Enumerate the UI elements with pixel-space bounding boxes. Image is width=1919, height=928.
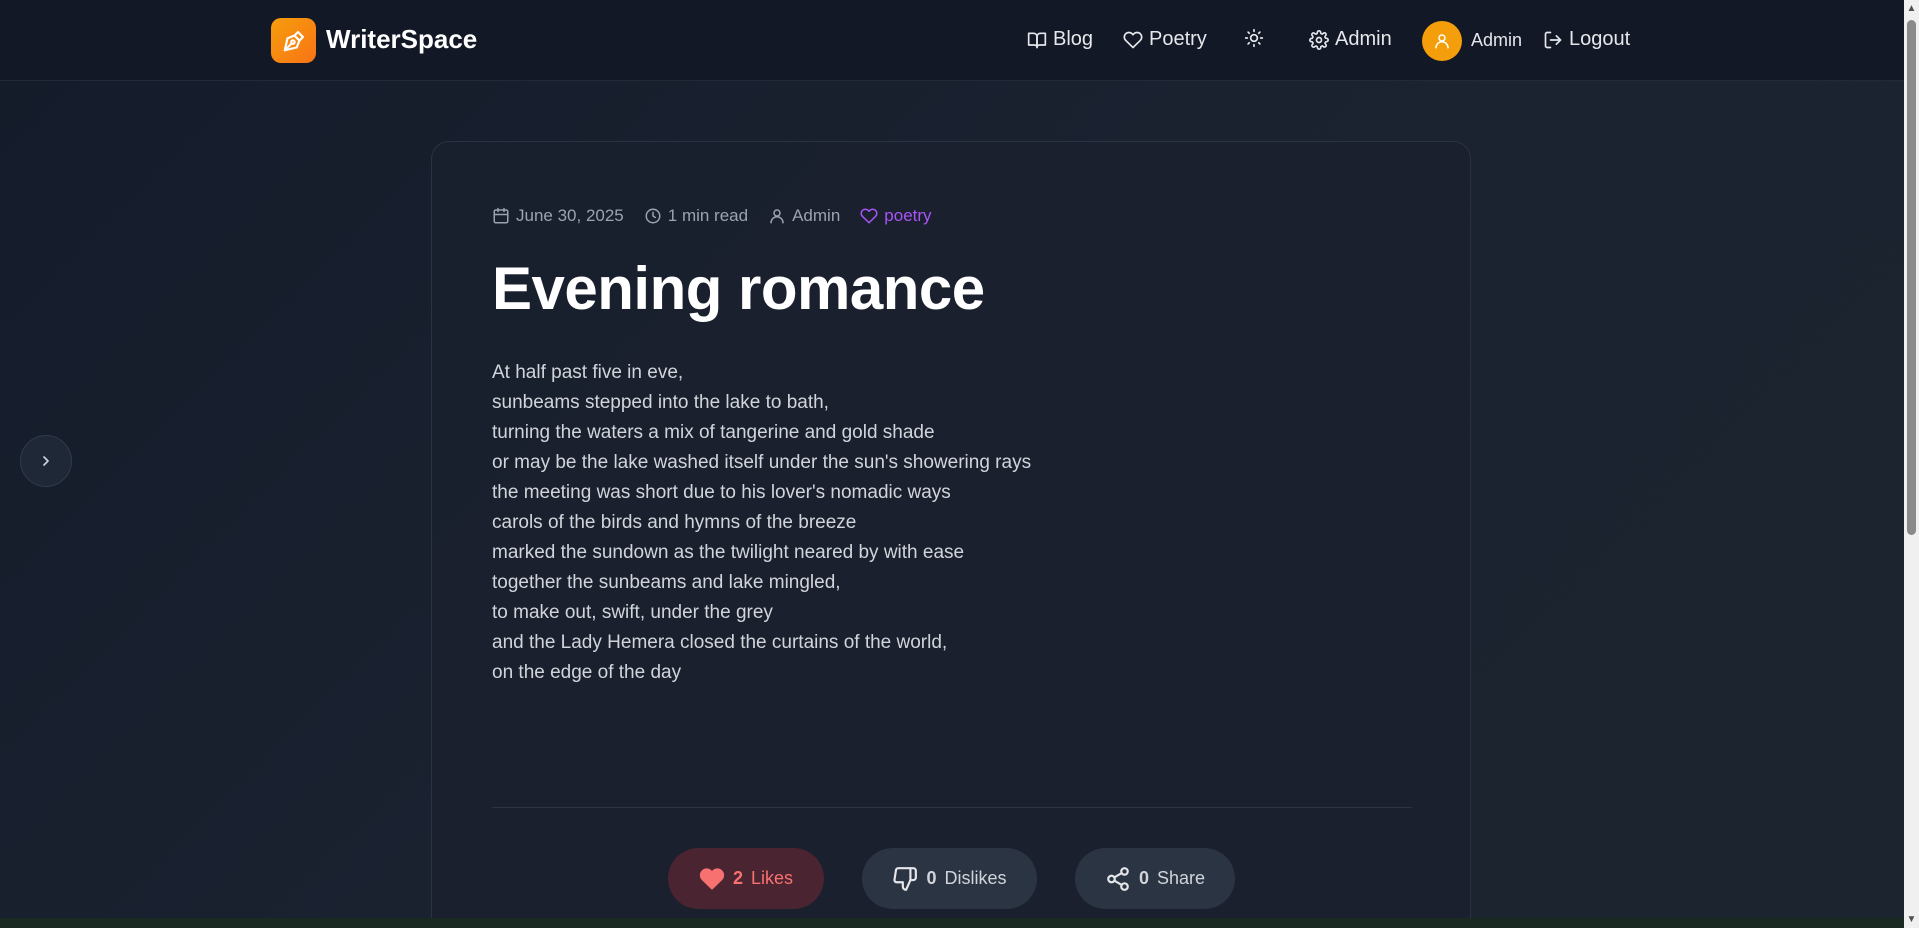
scroll-down-arrow-icon[interactable]: ▼	[1906, 914, 1917, 925]
logout-label: Logout	[1569, 28, 1631, 50]
likes-label: Likes	[750, 868, 794, 888]
post-date: June 30, 2025	[492, 206, 624, 226]
poem-line: the meeting was short due to his lover's…	[492, 482, 951, 503]
scrollbar-thumb[interactable]	[1907, 20, 1916, 535]
post-author-text: Admin	[792, 206, 841, 225]
book-open-icon	[1027, 32, 1047, 48]
poem-line: together the sunbeams and lake mingled,	[492, 572, 841, 593]
calendar-icon	[493, 207, 509, 224]
post-card: June 30, 2025 1 min read Admin poetry Ev…	[431, 141, 1471, 928]
dislikes-count: 0	[926, 868, 937, 888]
nav-blog-link[interactable]: Blog	[1027, 28, 1093, 51]
post-date-text: June 30, 2025	[516, 206, 624, 225]
pen-tool-icon[interactable]	[271, 18, 316, 63]
logout-button[interactable]: Logout	[1543, 28, 1630, 51]
brand-name[interactable]: WriterSpace	[326, 24, 477, 55]
scroll-up-arrow-icon[interactable]: ▲	[1906, 3, 1917, 14]
divider	[492, 807, 1412, 808]
dislikes-label: Dislikes	[944, 868, 1007, 888]
poem-line: sunbeams stepped into the lake to bath,	[492, 392, 829, 413]
nav-poetry-link[interactable]: Poetry	[1123, 28, 1207, 51]
nav-poetry-label: Poetry	[1149, 28, 1207, 50]
scrollbar[interactable]: ▲ ▼	[1904, 0, 1919, 928]
heart-icon	[1123, 31, 1143, 48]
user-icon	[770, 209, 784, 224]
thumbs-down-icon	[893, 866, 918, 891]
user-icon	[1435, 34, 1449, 49]
post-body: At half past five in eve, sunbeams stepp…	[492, 358, 1031, 688]
nav-admin-label: Admin	[1335, 28, 1392, 50]
poem-line: and the Lady Hemera closed the curtains …	[492, 632, 948, 653]
share-icon	[1107, 866, 1129, 891]
poem-line: or may be the lake washed itself under t…	[492, 452, 1032, 473]
post-read-time-text: 1 min read	[667, 206, 749, 225]
chevron-right-icon	[43, 456, 49, 466]
dislike-button[interactable]: 0 Dislikes	[862, 848, 1037, 909]
theme-toggle-button[interactable]	[1244, 28, 1264, 48]
heart-filled-icon	[699, 867, 724, 890]
clock-icon	[645, 208, 661, 224]
nav-admin-link[interactable]: Admin	[1309, 28, 1392, 51]
share-count: 0	[1138, 868, 1149, 888]
poem-line: turning the waters a mix of tangerine an…	[492, 422, 935, 443]
post-author: Admin	[768, 206, 840, 226]
post-read-time: 1 min read	[644, 206, 748, 226]
avatar[interactable]	[1422, 21, 1462, 61]
nav-blog-label: Blog	[1053, 28, 1094, 50]
poem-line: At half past five in eve,	[492, 362, 684, 383]
likes-count: 2	[732, 868, 743, 888]
poem-line: on the edge of the day	[492, 662, 682, 683]
taskbar-edge	[0, 918, 1904, 928]
gear-icon	[1309, 29, 1329, 50]
post-tag[interactable]: poetry	[860, 206, 932, 226]
logout-icon	[1544, 31, 1562, 48]
poem-line: carols of the birds and hymns of the bre…	[492, 512, 857, 533]
poem-line: to make out, swift, under the grey	[492, 602, 773, 623]
top-navbar: WriterSpace Blog Poetry Admin Admin Logo…	[0, 0, 1904, 81]
heart-icon	[860, 208, 878, 224]
poem-line: marked the sundown as the twilight neare…	[492, 542, 965, 563]
user-name[interactable]: Admin	[1471, 30, 1522, 51]
share-button[interactable]: 0 Share	[1075, 848, 1235, 909]
post-tag-text: poetry	[884, 206, 932, 225]
post-meta: June 30, 2025 1 min read Admin poetry	[492, 206, 932, 226]
like-button[interactable]: 2 Likes	[668, 848, 824, 909]
post-title: Evening romance	[492, 255, 985, 322]
sun-icon	[1244, 28, 1264, 48]
next-post-button[interactable]	[20, 435, 72, 487]
share-label: Share	[1156, 868, 1206, 888]
